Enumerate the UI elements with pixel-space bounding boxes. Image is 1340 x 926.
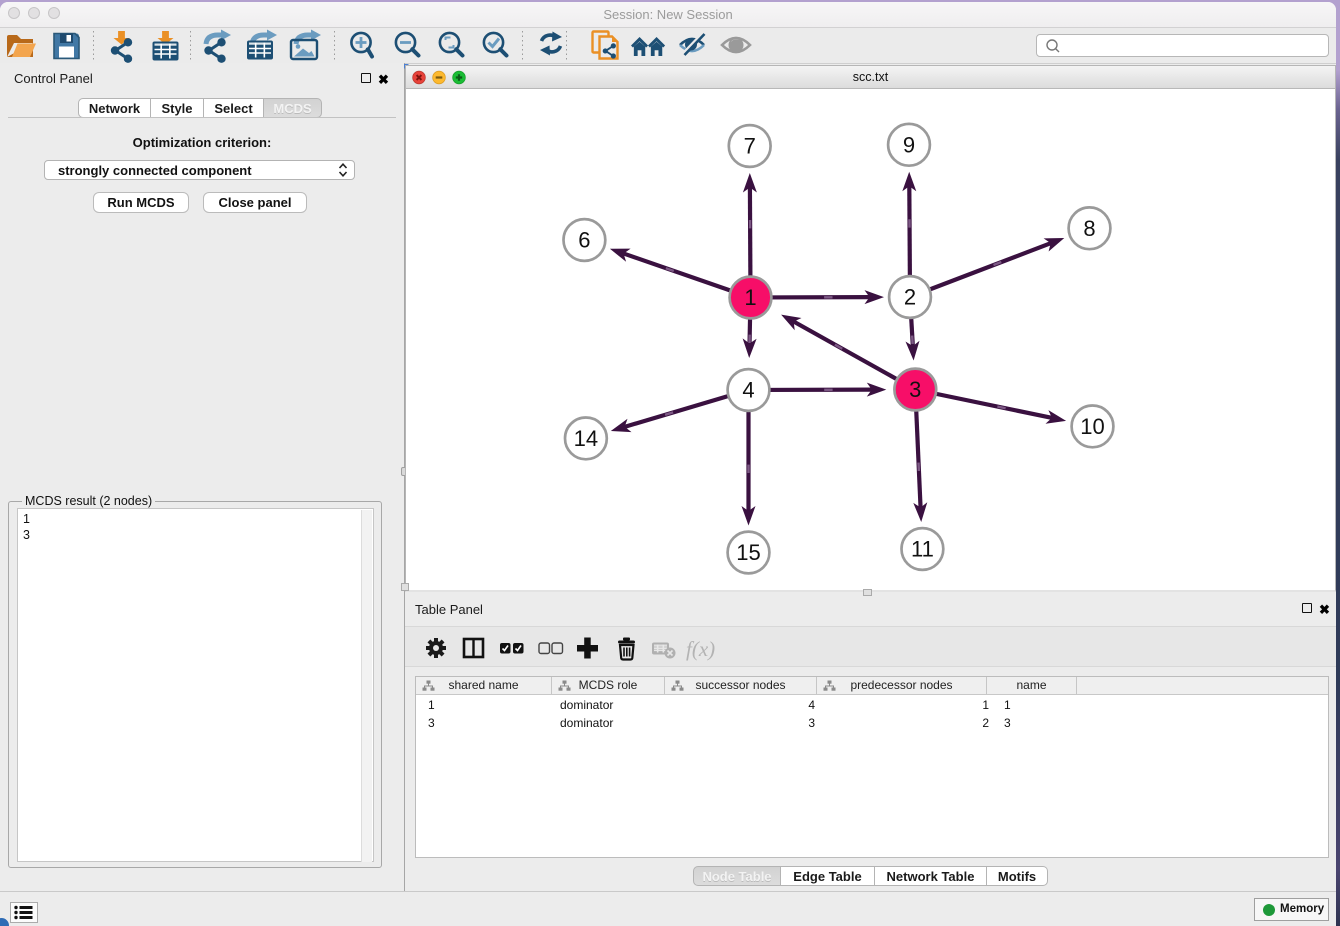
svg-text:6: 6 [578, 228, 590, 253]
svg-text:2: 2 [904, 285, 916, 310]
svg-text:9: 9 [903, 133, 915, 158]
svg-text:4: 4 [742, 378, 754, 403]
svg-text:8: 8 [1083, 216, 1095, 241]
svg-text:7: 7 [744, 134, 756, 159]
svg-text:11: 11 [911, 537, 934, 562]
svg-text:f(x): f(x) [686, 637, 715, 661]
svg-text:1: 1 [744, 285, 756, 310]
svg-text:3: 3 [909, 377, 921, 402]
svg-text:10: 10 [1080, 414, 1104, 439]
svg-text:15: 15 [736, 540, 760, 565]
svg-text:14: 14 [574, 426, 598, 451]
